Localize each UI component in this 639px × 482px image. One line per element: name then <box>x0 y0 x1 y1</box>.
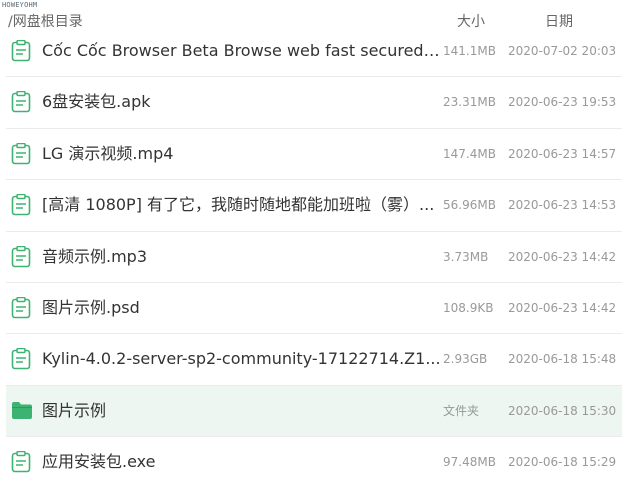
file-size: 2.93GB <box>443 352 488 367</box>
file-row[interactable]: Kylin-4.0.2-server-sp2-community-1712271… <box>6 334 622 386</box>
watermark-logo: HOWEYOHM <box>2 1 38 9</box>
file-name: 6盘安装包.apk <box>42 92 151 112</box>
file-name: Cốc Cốc Browser Beta Browse web fast sec… <box>42 41 442 60</box>
file-row[interactable]: 图片示例.psd 108.9KB 2020-06-23 14:42 <box>6 283 622 335</box>
file-date: 2020-06-18 15:48 <box>508 352 617 367</box>
folder-name: 图片示例 <box>42 400 107 420</box>
file-date: 2020-06-18 15:29 <box>508 455 617 470</box>
file-date: 2020-06-23 14:57 <box>508 146 617 161</box>
file-date: 2020-06-23 14:53 <box>508 198 617 213</box>
file-size: 141.1MB <box>443 44 496 58</box>
file-name: LG 演示视频.mp4 <box>42 143 174 163</box>
file-icon <box>11 39 31 62</box>
file-icon <box>11 296 31 319</box>
file-date: 2020-07-02 20:03 <box>508 44 617 58</box>
folder-icon <box>11 400 32 422</box>
file-name: 应用安装包.exe <box>42 452 156 472</box>
file-size: 147.4MB <box>443 146 496 161</box>
file-size: 3.73MB <box>443 249 489 264</box>
file-row[interactable]: 应用安装包.exe 97.48MB 2020-06-18 15:29 <box>6 437 622 482</box>
file-icon <box>11 348 31 370</box>
file-browser: /网盘根目录 大小 日期 HOWEYOHM Cốc Cốc Browser Be… <box>0 0 639 482</box>
file-list: Cốc Cốc Browser Beta Browse web fast sec… <box>0 26 639 482</box>
file-size: 23.31MB <box>443 95 496 110</box>
file-size: 97.48MB <box>443 455 496 470</box>
file-date: 2020-06-23 19:53 <box>508 95 617 110</box>
file-row[interactable]: [高清 1080P] 有了它，我随时随地都能加班啦（雾）... 56.96MB … <box>6 180 622 232</box>
file-size: 56.96MB <box>443 198 496 213</box>
file-date: 2020-06-23 14:42 <box>508 300 617 315</box>
file-name: 图片示例.psd <box>42 297 140 317</box>
file-row[interactable]: LG 演示视频.mp4 147.4MB 2020-06-23 14:57 <box>6 129 622 181</box>
file-icon <box>11 450 31 473</box>
file-row[interactable]: Cốc Cốc Browser Beta Browse web fast sec… <box>6 26 622 78</box>
folder-type-label: 文件夹 <box>443 403 480 418</box>
file-date: 2020-06-23 14:42 <box>508 249 617 264</box>
file-icon <box>11 91 31 113</box>
folder-row[interactable]: 图片示例 文件夹 2020-06-18 15:30 <box>6 385 622 438</box>
file-name: 音频示例.mp3 <box>42 246 148 266</box>
file-icon <box>11 142 31 165</box>
folder-date: 2020-06-18 15:30 <box>508 403 617 418</box>
file-row[interactable]: 音频示例.mp3 3.73MB 2020-06-23 14:42 <box>6 232 622 283</box>
file-icon <box>11 193 31 216</box>
file-row[interactable]: 6盘安装包.apk 23.31MB 2020-06-23 19:53 <box>6 77 622 129</box>
file-name: Kylin-4.0.2-server-sp2-community-1712271… <box>42 349 441 369</box>
file-icon <box>11 245 31 268</box>
file-name: [高清 1080P] 有了它，我随时随地都能加班啦（雾）... <box>42 195 435 215</box>
file-size: 108.9KB <box>443 300 494 315</box>
